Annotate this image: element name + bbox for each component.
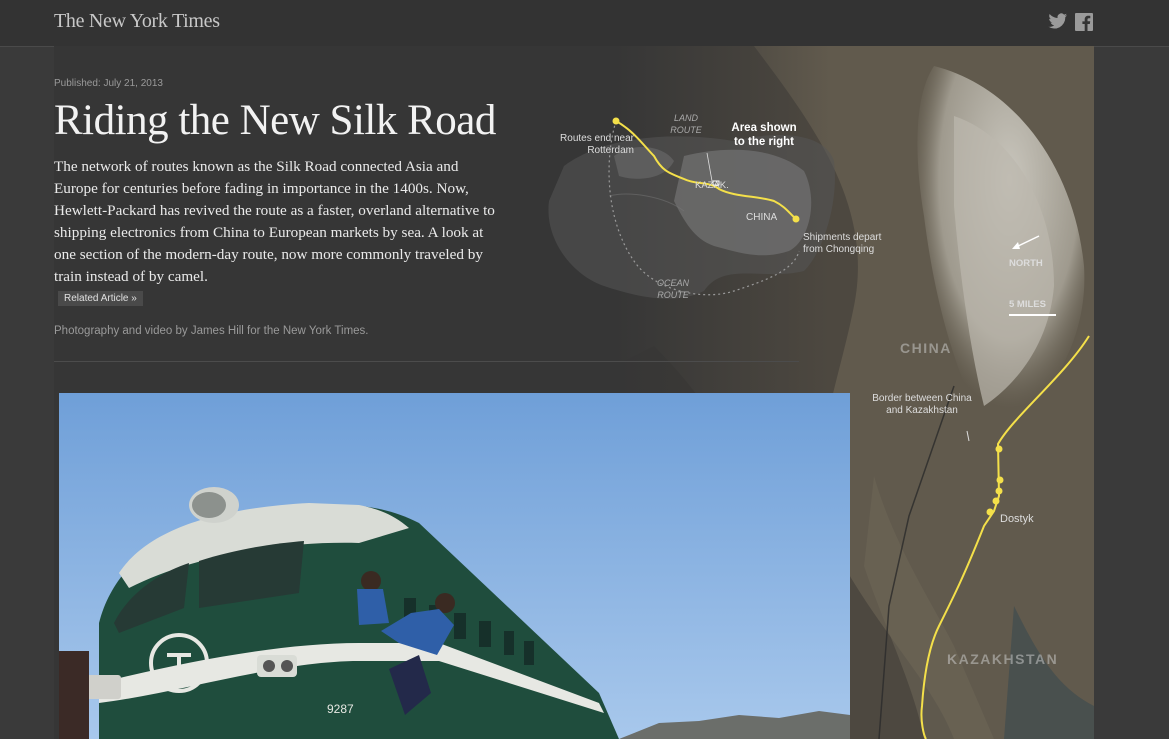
label-shipments: Shipments depart from Chongqing: [803, 232, 882, 255]
facebook-icon[interactable]: [1075, 13, 1093, 31]
label-china-locator: CHINA: [746, 212, 778, 223]
page-title: Riding the New Silk Road: [54, 97, 496, 144]
top-bar: The New York Times: [0, 0, 1169, 47]
scale-bar-label: 5 MILES: [1009, 299, 1046, 310]
label-border: Border between China and Kazakhstan: [872, 393, 972, 416]
label-china-region: CHINA: [900, 340, 952, 356]
nyt-logo[interactable]: The New York Times: [54, 10, 220, 33]
label-area-shown: Area shown to the right: [731, 122, 797, 148]
divider: [54, 361, 799, 362]
svg-text:9287: 9287: [327, 702, 354, 716]
label-land-route: LAND ROUTE: [670, 113, 702, 135]
label-ocean-route: OCEAN ROUTE: [656, 278, 689, 300]
label-north: NORTH: [1009, 258, 1043, 269]
twitter-icon[interactable]: [1048, 13, 1068, 29]
label-dostyk: Dostyk: [1000, 513, 1034, 525]
related-article-link[interactable]: Related Article »: [58, 291, 143, 306]
train-photo: 9287: [59, 393, 850, 739]
publish-date: Published: July 21, 2013: [54, 78, 163, 89]
feature-content: Published: July 21, 2013 Riding the New …: [54, 46, 1094, 739]
hero-photo[interactable]: 9287: [59, 393, 850, 739]
label-kazakhstan-region: KAZAKHSTAN: [947, 651, 1059, 667]
article-summary: The network of routes known as the Silk …: [54, 158, 495, 285]
label-kazak: KAZAK.: [695, 180, 729, 191]
label-routes-end: Routes end near Rotterdam: [560, 133, 634, 156]
photo-credit: Photography and video by James Hill for …: [54, 325, 369, 337]
